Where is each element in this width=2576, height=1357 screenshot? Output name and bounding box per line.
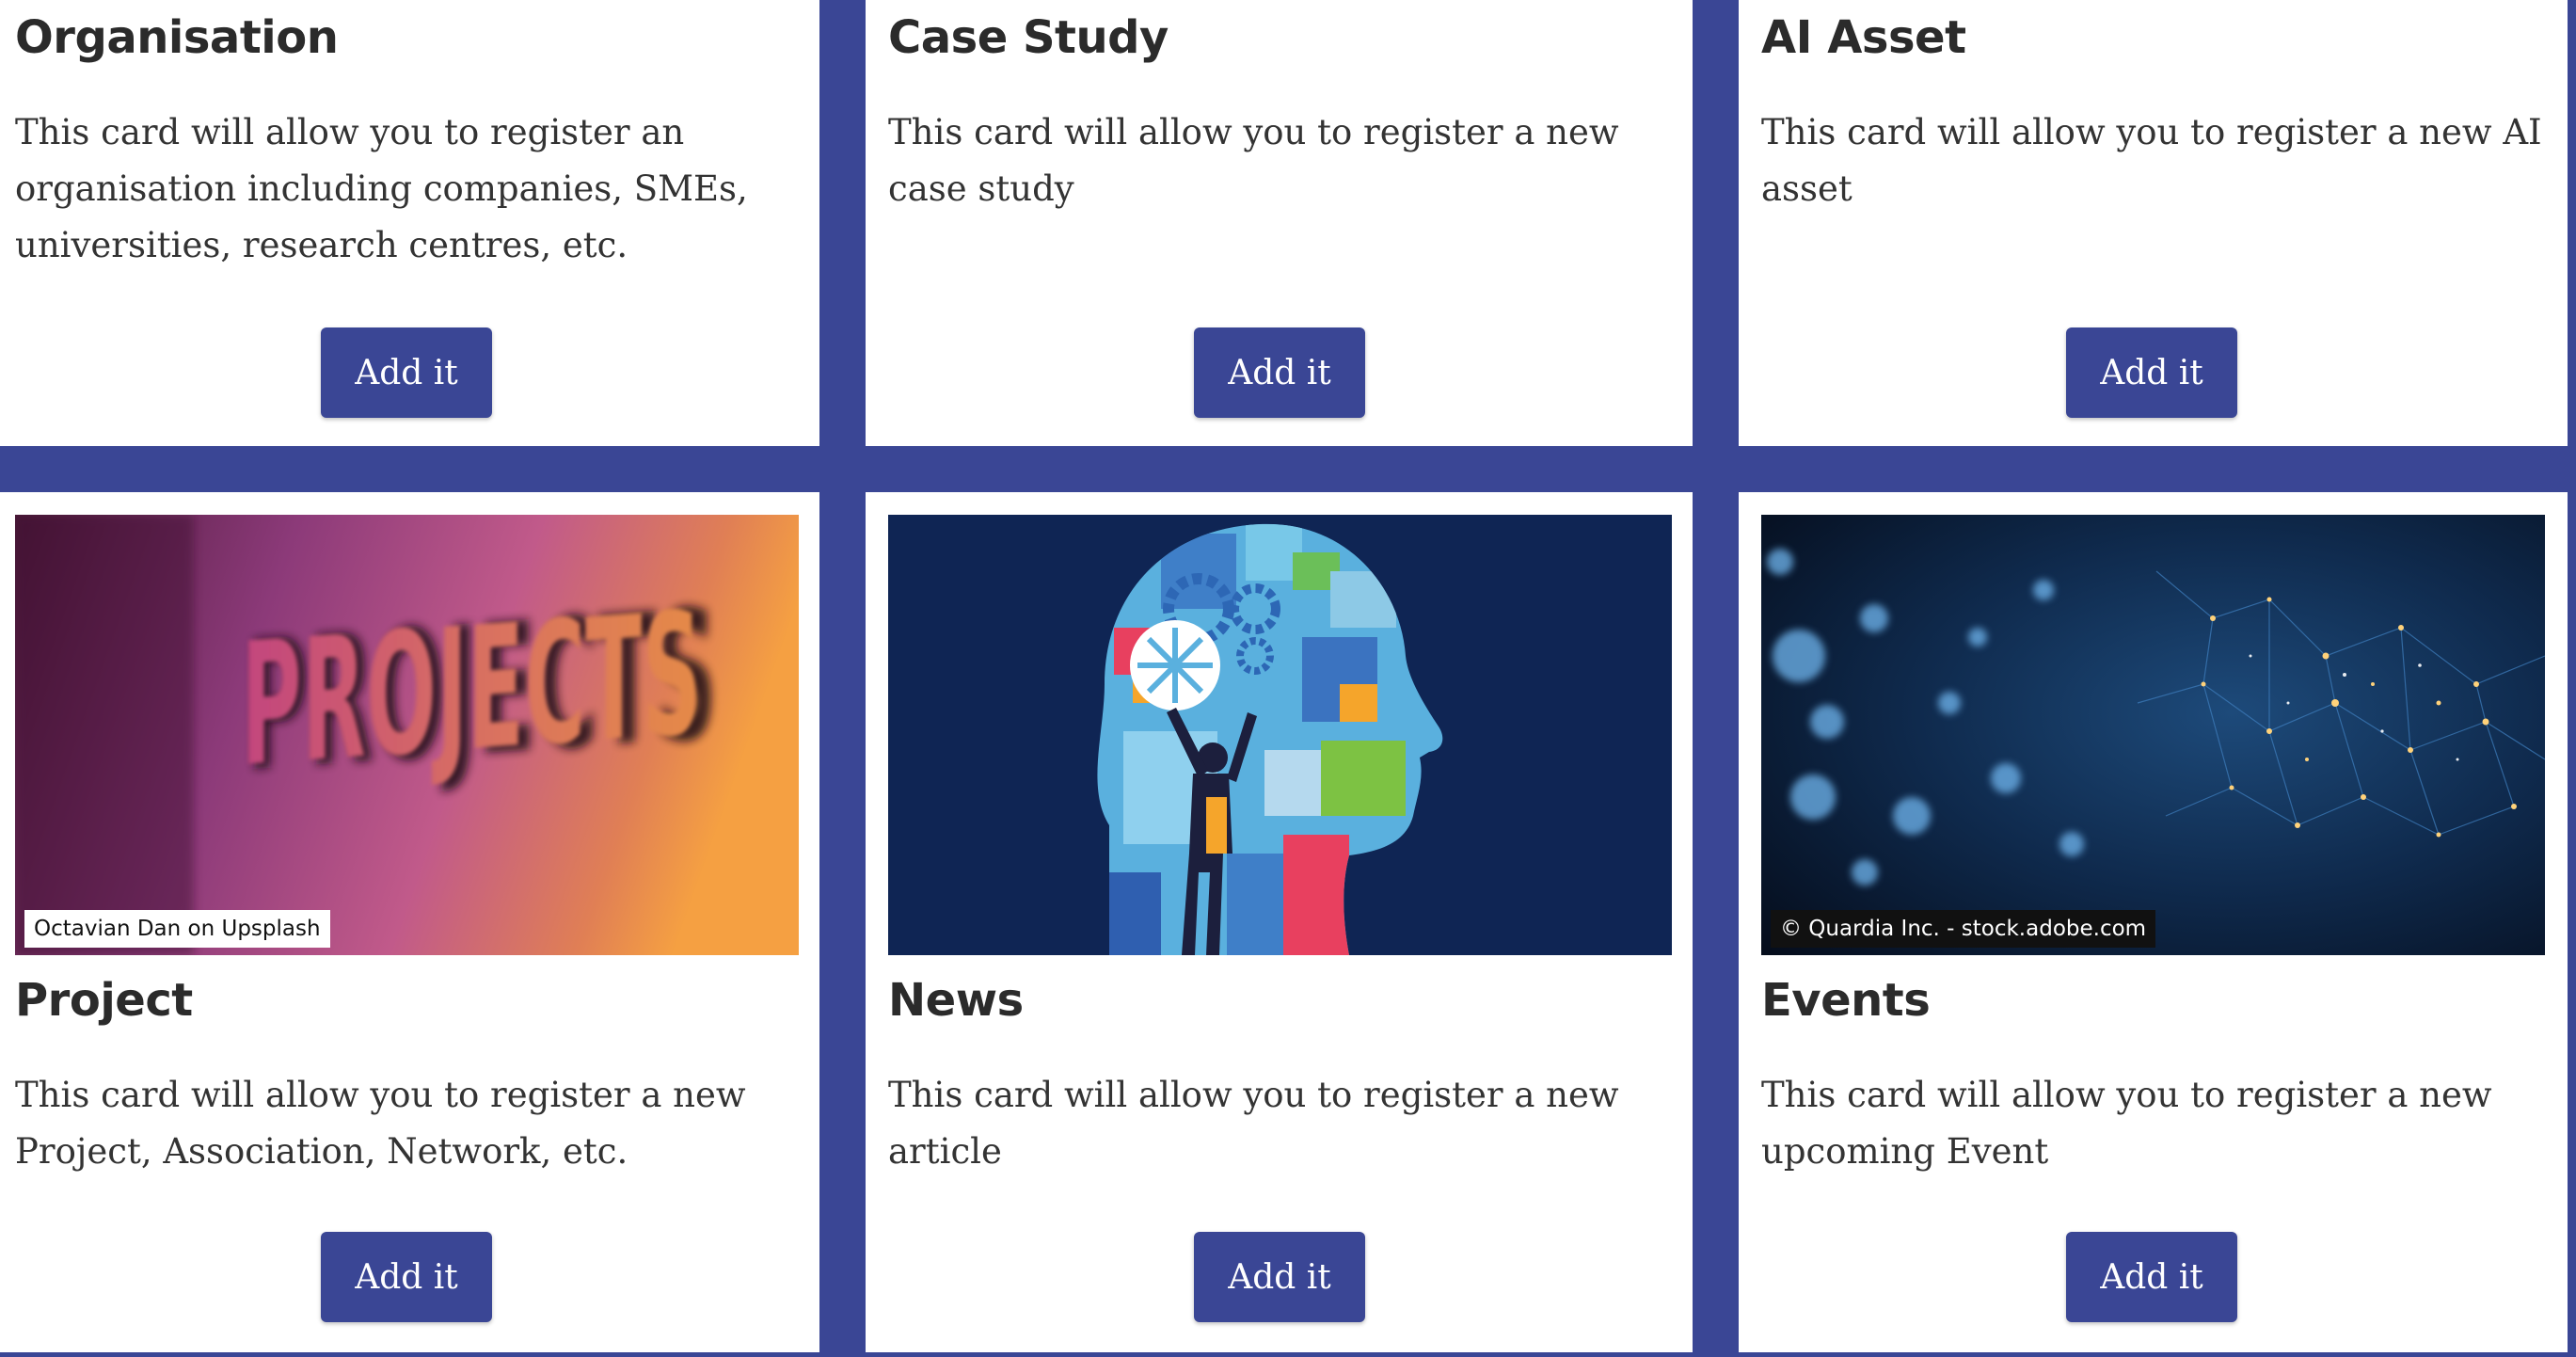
card-title: Project xyxy=(15,974,193,1027)
card-events: © Quardia Inc. - stock.adobe.com Events … xyxy=(1739,492,2568,1352)
projects-sign-photo: PROJECTS PROJECTS xyxy=(15,515,799,955)
card-title: Case Study xyxy=(888,11,1169,64)
card-organisation: Organisation This card will allow you to… xyxy=(0,0,819,446)
add-organisation-button[interactable]: Add it xyxy=(321,327,492,418)
svg-text:PROJECTS: PROJECTS xyxy=(241,575,702,805)
add-ai-asset-button[interactable]: Add it xyxy=(2066,327,2237,418)
add-news-button[interactable]: Add it xyxy=(1194,1232,1365,1322)
add-project-button[interactable]: Add it xyxy=(321,1232,492,1322)
card-description: This card will allow you to register an … xyxy=(15,112,748,265)
image-credit: Octavian Dan on Upsplash xyxy=(24,910,330,948)
card-description: This card will allow you to register a n… xyxy=(888,1075,1619,1172)
card-ai-asset: AI Asset This card will allow you to reg… xyxy=(1739,0,2568,446)
head-silhouette-gears-illustration xyxy=(888,515,1672,955)
card-description: This card will allow you to register a n… xyxy=(888,112,1619,209)
page-bottom-border xyxy=(0,1352,2576,1357)
add-event-button[interactable]: Add it xyxy=(2066,1232,2237,1322)
events-network-image: © Quardia Inc. - stock.adobe.com xyxy=(1761,515,2545,955)
digital-network-bokeh-photo xyxy=(1761,515,2545,955)
card-news: News This card will allow you to registe… xyxy=(866,492,1693,1352)
image-credit: © Quardia Inc. - stock.adobe.com xyxy=(1771,910,2156,948)
add-case-study-button[interactable]: Add it xyxy=(1194,327,1365,418)
card-title: Events xyxy=(1761,974,1931,1027)
projects-sign-image: PROJECTS PROJECTS Octavian Dan on Upspla… xyxy=(15,515,799,955)
card-title: AI Asset xyxy=(1761,11,1966,64)
card-project: PROJECTS PROJECTS Octavian Dan on Upspla… xyxy=(0,492,819,1352)
card-title: News xyxy=(888,974,1024,1027)
card-case-study: Case Study This card will allow you to r… xyxy=(866,0,1693,446)
card-description: This card will allow you to register a n… xyxy=(15,1075,746,1172)
news-illustration-image xyxy=(888,515,1672,955)
card-title: Organisation xyxy=(15,11,339,64)
card-description: This card will allow you to register a n… xyxy=(1761,1075,2492,1172)
card-description: This card will allow you to register a n… xyxy=(1761,112,2542,209)
